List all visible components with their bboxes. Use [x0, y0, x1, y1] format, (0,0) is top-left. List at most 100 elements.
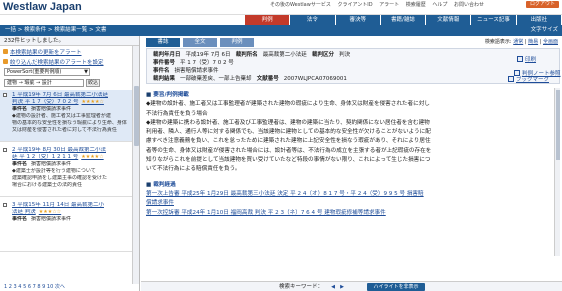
document-pane: 書誌 全文 判例 検索語表示: 通常 | 簡易 | 全画面 裁判年月日 平成19年…	[141, 36, 562, 291]
keyword-bar: 検索キーワード： ◀ ▶ ハイライトを非表示	[141, 281, 562, 291]
body-line: ◆建物の設計者、施工者又は工事監理者が建築された建物の瑕疵により生命、身体又は財…	[146, 101, 430, 108]
nav-tab-decisions[interactable]: 審決等	[335, 15, 380, 25]
logo: Westlaw Japan	[3, 1, 82, 13]
chevron-down-icon: ▼	[84, 69, 88, 75]
result-item[interactable]: 3 平成15年 11月 14日 最高裁第二小 法廷 判決 ★★★☆☆ 事件名 損害賠…	[0, 200, 133, 252]
printer-icon	[517, 56, 523, 62]
result-case-name: 事件名 損害賠償請求事件	[12, 161, 72, 167]
nav-tab-statutes[interactable]: 法令	[290, 15, 335, 25]
utility-link[interactable]: その後のWestlawサービス	[270, 2, 331, 8]
results-pane: 232件ヒットしました。 本検索結果の更新をアラート 絞り込んだ検索結果のアラー…	[0, 36, 140, 291]
alert-icon	[3, 49, 8, 54]
result-checkbox[interactable]	[3, 148, 7, 152]
tab-fulltext[interactable]: 全文	[183, 38, 217, 47]
alert-link[interactable]: 本検索結果の更新をアラート	[0, 46, 133, 56]
result-title[interactable]: 1 平成19年 7月 6日 最高裁第二小法廷	[12, 92, 131, 99]
body-line: ◆建物の建築に携わる設計者、施工者及び工事監理者は、建物の建築に当たり、契約関係…	[146, 119, 430, 126]
nav-tab-cases[interactable]: 判例	[245, 15, 290, 25]
history-link[interactable]: 第一次控訴審 平成24年 1月10日 福岡高裁 判決 平 2 3（ネ）7 6 4…	[146, 209, 550, 218]
rating-stars: ★★★★☆	[81, 154, 104, 160]
hit-count: 232件ヒットしました。	[0, 36, 139, 46]
font-size-control[interactable]: 文字サイズ	[531, 25, 558, 36]
result-summary-line: 場合における建築士の法的責任	[12, 182, 83, 188]
print-link[interactable]: 印刷	[517, 55, 536, 63]
utility-links: その後のWestlawサービス クライアントID アラート 検索履歴 ヘルプ お…	[270, 1, 562, 8]
body-line: 者等の生命、身体又は財産が侵害された場合には、設計者等は、不法行為の成立を主張す…	[146, 147, 432, 154]
alert-icon	[3, 59, 8, 64]
result-checkbox[interactable]	[3, 93, 7, 97]
result-item[interactable]: 2 平成19年 8月 30日 最高裁第二小法 廷 平 1 2（受）1 2 1 1…	[0, 145, 133, 197]
document-tabs: 書誌 全文 判例	[146, 38, 257, 47]
utility-link[interactable]: 検索履歴	[406, 2, 426, 8]
result-summary-line: ◆建物の設計者、施工者又は工事監理者が建	[12, 113, 111, 119]
document-scrollbar[interactable]	[554, 88, 560, 256]
view-normal-link[interactable]: 通常	[513, 39, 523, 45]
view-links: 検索語表示: 通常 | 簡易 | 全画面	[484, 39, 558, 45]
highlight-toggle-button[interactable]: ハイライトを非表示	[367, 283, 425, 291]
body-line: 不法行為責任を負う場合	[146, 110, 208, 117]
keyword-next-button[interactable]: ▶	[338, 283, 346, 291]
tab-case[interactable]: 判例	[220, 38, 254, 47]
body-line: 慮すべき注意義務を負い、これを怠ったために建築された建物に上記安全性を損なう瑕疵…	[146, 138, 431, 145]
breadcrumb-bar: 一括 > 検索条件 > 検索結果一覧 > 文書 文字サイズ	[0, 25, 562, 36]
nav-tab-publishers[interactable]: 出版社	[516, 15, 561, 25]
result-summary-line: ◆建築士が設計等を行う建物について	[12, 168, 96, 174]
utility-link[interactable]: ヘルプ	[432, 2, 447, 8]
filter-alert-link[interactable]: 絞り込んだ検索結果のアラートを設定	[0, 56, 133, 66]
keyword-prev-button[interactable]: ◀	[329, 283, 337, 291]
result-checkbox[interactable]	[3, 203, 7, 207]
tab-bibliography[interactable]: 書誌	[146, 38, 180, 47]
view-full-link[interactable]: 全画面	[543, 39, 558, 45]
results-list: 本検索結果の更新をアラート 絞り込んだ検索結果のアラートを設定 PowerSor…	[0, 46, 133, 284]
breadcrumb[interactable]: 一括 > 検索条件 > 検索結果一覧 > 文書	[5, 27, 106, 33]
westlaw-app: Westlaw Japan その後のWestlawサービス クライアントID ア…	[0, 0, 562, 291]
case-info-box: 裁判年月日 平成19年 7月 6日 裁判所名 最高裁第二小法廷 裁判区分 判決 事件番…	[146, 48, 561, 84]
result-title-cont[interactable]: 廷 平 1 2（受）1 2 1 1 号 ★★★★☆	[12, 154, 131, 161]
section-heading: ■ 要旨/判例掲載	[146, 92, 189, 98]
pagination[interactable]: 1 2 3 4 5 6 7 8 9 10 次へ	[0, 284, 133, 291]
info-row: 事件名 損害賠償請求事件	[153, 68, 219, 74]
result-case-name: 事件名 損害賠償請求事件	[12, 216, 72, 222]
result-title-cont[interactable]: 判決 平 1 7（受）7 0 2 号 ★★★★☆	[12, 99, 131, 106]
section-heading: ■ 裁判経過	[146, 181, 176, 188]
logout-button[interactable]: ログアウト	[525, 1, 559, 8]
utility-link[interactable]: クライアントID	[337, 2, 372, 8]
top-header: Westlaw Japan その後のWestlawサービス クライアントID ア…	[0, 0, 562, 15]
keyword-label: 検索キーワード：	[279, 284, 324, 290]
results-scrollbar[interactable]	[132, 46, 139, 284]
result-title[interactable]: 2 平成19年 8月 30日 最高裁第二小法	[12, 147, 131, 154]
info-row: 裁判年月日 平成19年 7月 6日 裁判所名 最高裁第二小法廷 裁判区分 判決	[153, 52, 351, 58]
info-row: 裁判結果 一部破棄差戻、一部上告棄却 文献番号 2007WLJPCA07069001	[153, 76, 347, 82]
info-row: 事件番号平 1 7（受）7 0 2 号	[153, 60, 234, 66]
nav-tab-literature[interactable]: 文献情報	[426, 15, 471, 25]
result-summary-line: 建築確認申請をし建築主事の確認を受けた	[12, 175, 108, 181]
document-body: ■ 要旨/判例掲載 ◆建物の設計者、施工者又は工事監理者が建築された建物の瑕疵によ…	[146, 88, 550, 256]
main-nav: 判例 法令 審決等 書籍/雑誌 文献情報 ニュース記事 出版社	[245, 15, 562, 25]
bookmark-icon	[508, 76, 514, 82]
result-summary-line: 物の基本的な安全性を損なう瑕疵により生命、身体	[12, 120, 127, 126]
utility-link[interactable]: お問い合わせ	[454, 2, 484, 8]
history-link[interactable]: 第一次上告審 平成25年 1月29日 最高裁第三小法廷 決定 平 2 4（オ）8…	[146, 190, 550, 199]
result-item[interactable]: 1 平成19年 7月 6日 最高裁第二小法廷 判決 平 1 7（受）7 0 2 …	[0, 90, 133, 142]
utility-link[interactable]: アラート	[379, 2, 399, 8]
result-summary-line: 又は財産を侵害された者に対して不法行為責任	[12, 127, 117, 133]
result-title-cont[interactable]: 法廷 判決 ★★★☆☆	[12, 209, 131, 216]
result-title[interactable]: 3 平成15年 11月 14日 最高裁第二小	[12, 202, 131, 209]
filter-button[interactable]: 絞込	[86, 78, 100, 87]
rating-stars: ★★★☆☆	[38, 209, 62, 215]
sort-select[interactable]: PowerSort(重要判例順) ▼	[4, 68, 90, 76]
history-link[interactable]: 償請求事件	[146, 199, 550, 208]
filter-input[interactable]: 建物 → 瑕疵 → 設計	[4, 78, 84, 87]
bookmark-link[interactable]: ブックマーク	[508, 75, 549, 83]
nav-tab-books[interactable]: 書籍/雑誌	[380, 15, 426, 25]
view-plain-link[interactable]: 簡易	[528, 39, 538, 45]
scroll-thumb[interactable]	[556, 90, 560, 160]
body-line: 利用者、隣人、通行人等に対する関係でも、当該建物に建物としての基本的な安全性が欠…	[146, 129, 431, 136]
result-case-name: 事件名 損害賠償請求事件	[12, 106, 72, 112]
body-line: 知りながらこれを前提として当該建物を買い受けていたなど特段の事情がない限り、これ…	[146, 157, 431, 164]
filter-row: 建物 → 瑕疵 → 設計 絞込	[4, 78, 133, 87]
body-line: いて不法行為による賠償責任を負う。	[146, 166, 241, 173]
nav-tab-news[interactable]: ニュース記事	[471, 15, 516, 25]
scroll-thumb[interactable]	[134, 86, 139, 146]
rating-stars: ★★★★☆	[81, 99, 104, 105]
